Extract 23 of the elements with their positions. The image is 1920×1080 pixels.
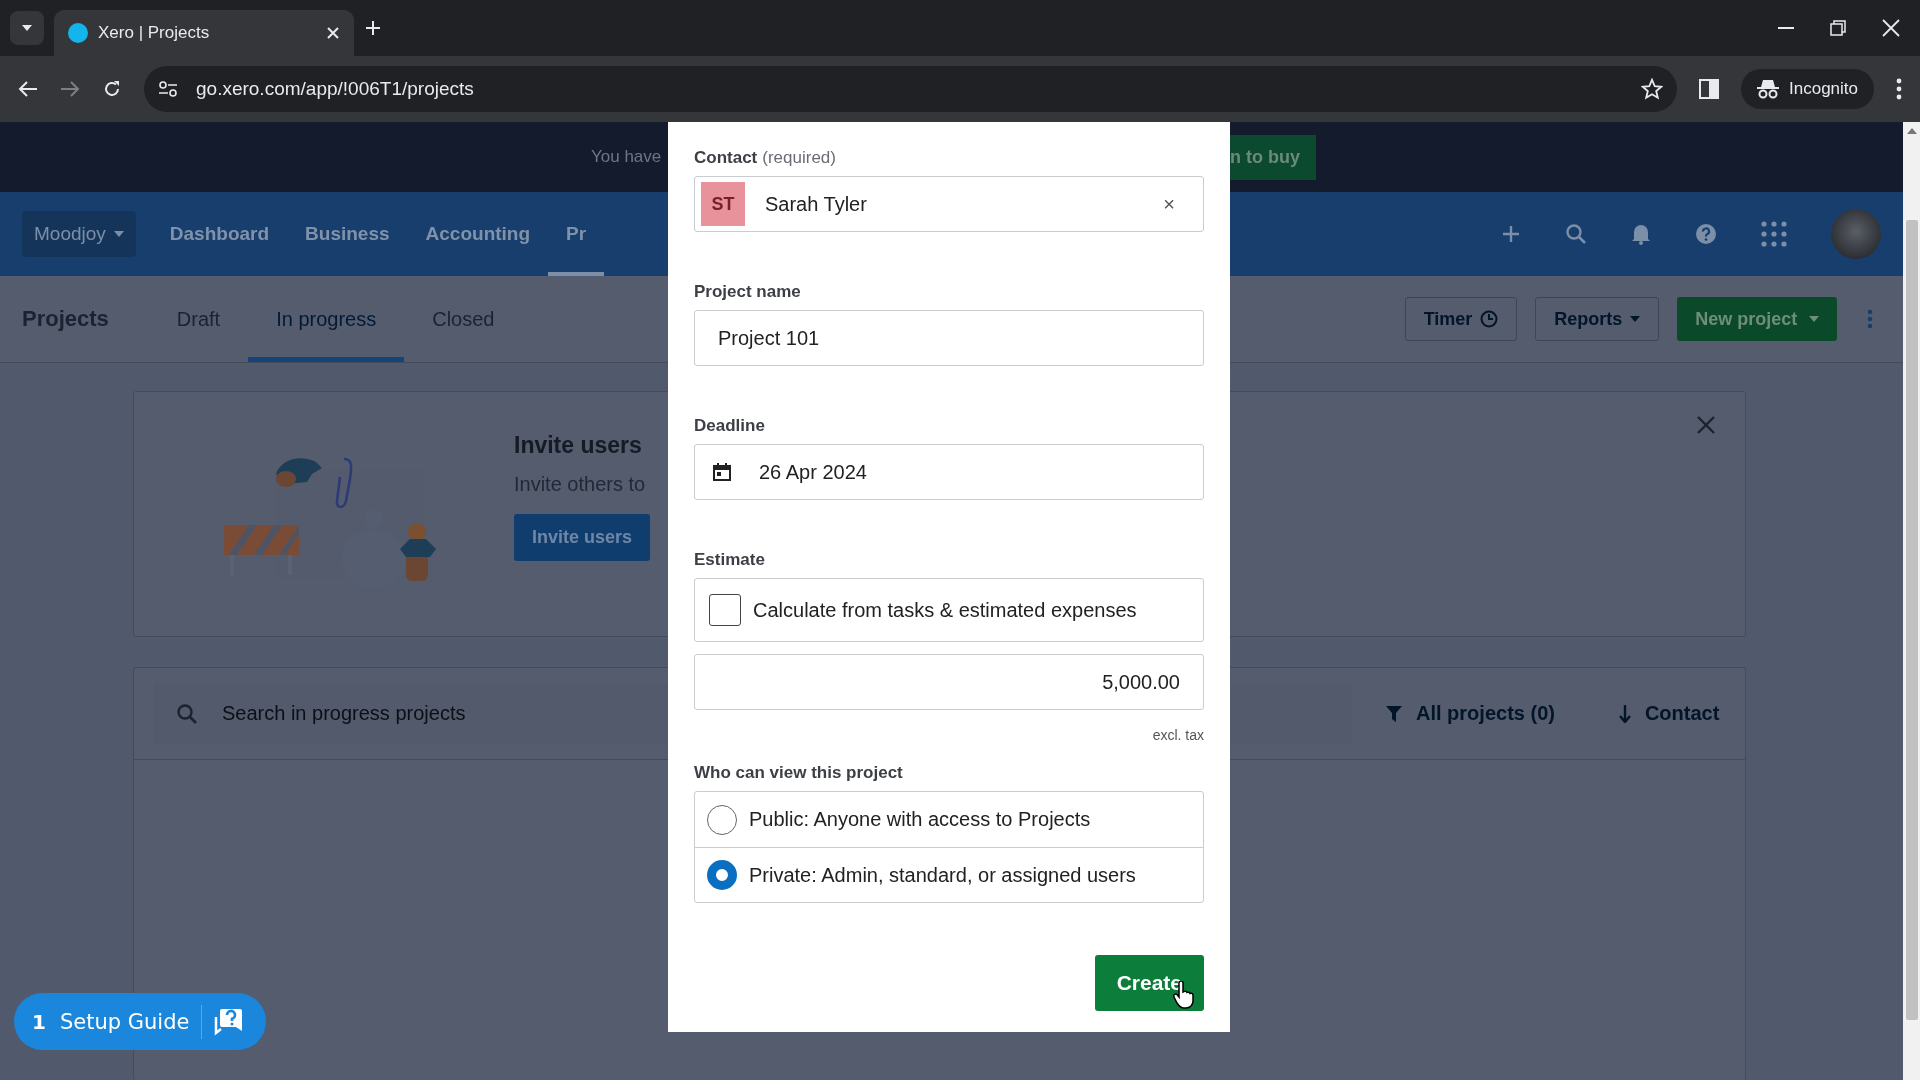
radio-label: Public: Anyone with access to Projects [749,808,1091,831]
url-text: go.xero.com/app/!006T1/projects [196,78,475,100]
contact-name: Sarah Tyler [765,192,868,216]
banner-text: You have [591,147,662,167]
radio-label: Private: Admin, standard, or assigned users [749,863,1136,887]
field-label: Deadline [694,416,765,436]
required-hint: (required) [762,148,836,168]
tab-title: Xero | Projects [98,23,211,43]
invite-text: Invite others to [514,473,647,496]
field-label: Contact [694,148,758,168]
step-count: 1 [32,1009,46,1034]
checkbox-label: Calculate from tasks & estimated expenses [753,598,1137,622]
deadline-value: 26 Apr 2024 [759,460,867,484]
contact-initials: ST [701,182,745,226]
page-title: Projects [22,306,109,332]
invite-heading: Invite users [514,432,643,459]
profile-label: Incognito [1789,79,1858,99]
search-placeholder: Search in progress projects [222,702,466,725]
field-label: Estimate [694,550,765,570]
tax-note: excl. tax [1152,727,1204,743]
field-label: Project name [694,282,801,302]
field-label: Who can view this project [694,763,903,783]
setup-guide-label: Setup Guide [59,1009,190,1034]
